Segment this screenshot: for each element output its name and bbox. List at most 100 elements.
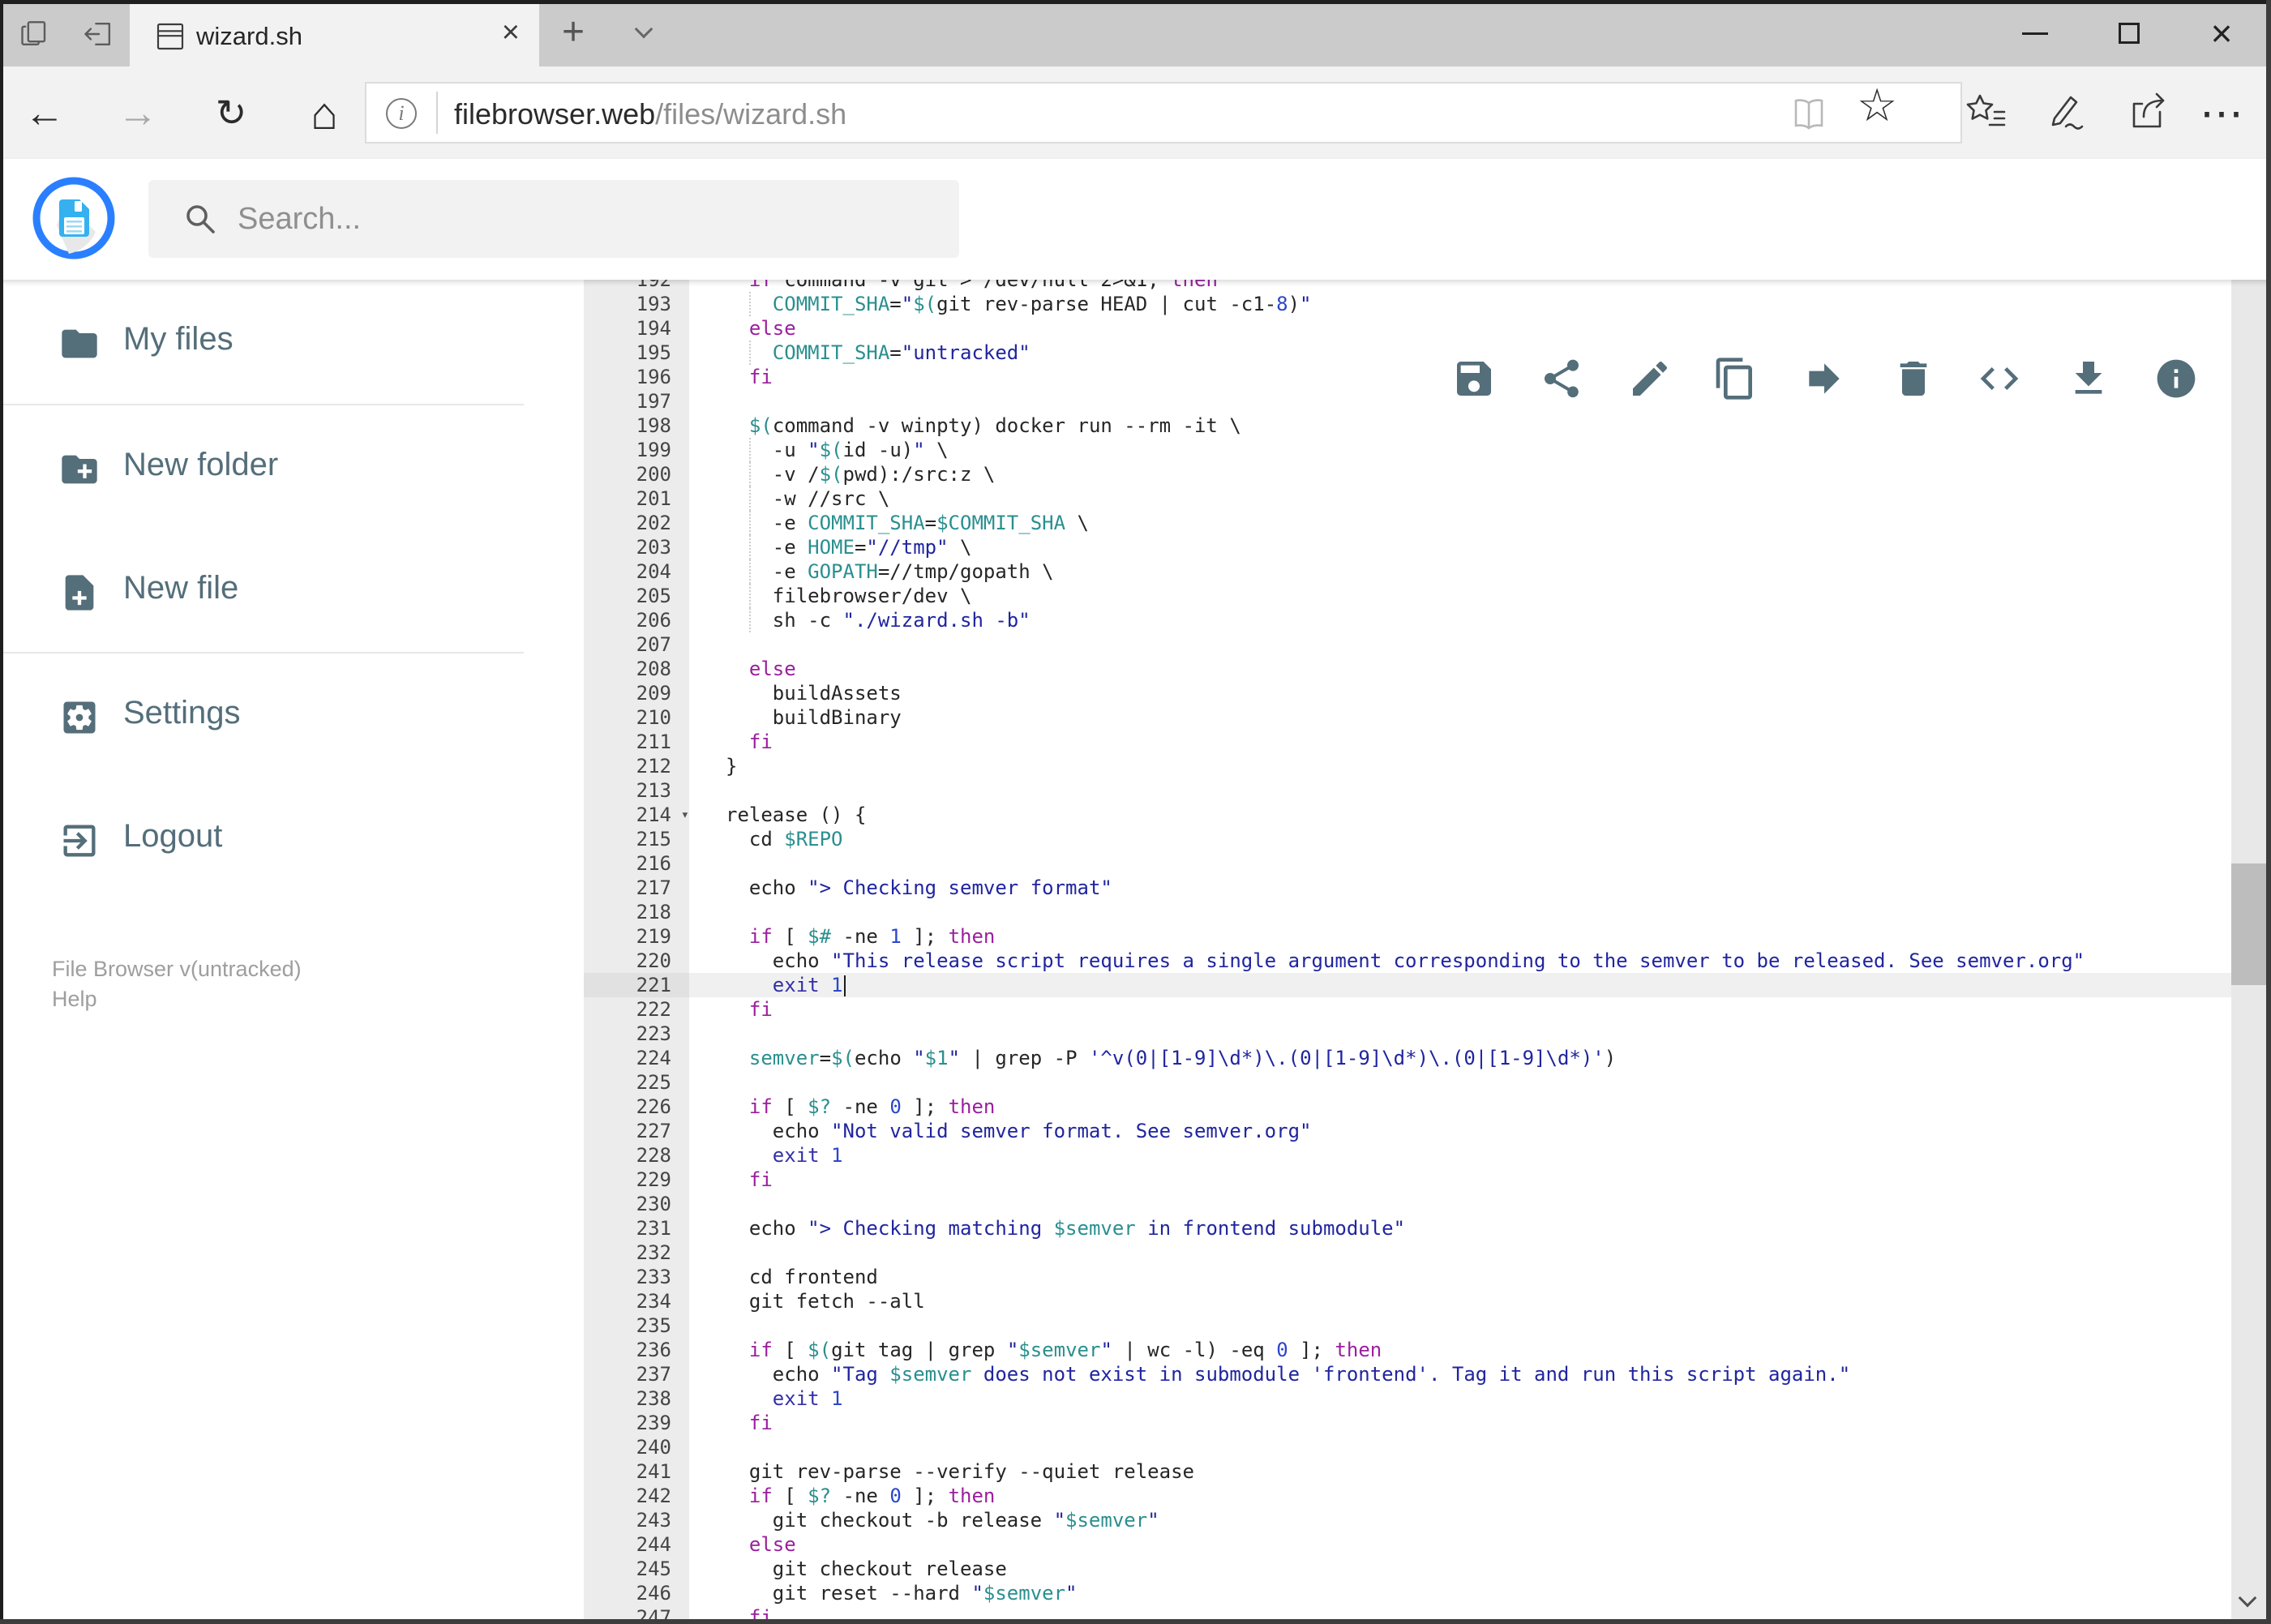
share-button[interactable] xyxy=(1539,356,1584,401)
code-line[interactable]: 226 if [ $? -ne 0 ]; then xyxy=(524,1095,2231,1119)
code-line[interactable]: 212} xyxy=(524,754,2231,778)
code-line[interactable]: 227 echo "Not valid semver format. See s… xyxy=(524,1119,2231,1143)
page-scrollbar[interactable] xyxy=(2231,159,2266,1619)
code-line[interactable]: 232 xyxy=(524,1240,2231,1265)
sidebar-item-my-files[interactable]: My files xyxy=(0,316,524,371)
code-line[interactable]: 222 fi xyxy=(524,997,2231,1022)
code-line[interactable]: 201 -w //src \ xyxy=(524,486,2231,511)
fold-arrow-icon[interactable]: ▾ xyxy=(681,803,689,827)
code-editor[interactable]: 192 if command -v git > /dev/null 2>&1; … xyxy=(524,280,2231,1619)
code-line[interactable]: 221 exit 1 xyxy=(524,973,2231,997)
code-line[interactable]: 231 echo "> Checking matching $semver in… xyxy=(524,1216,2231,1240)
code-line[interactable]: 230 xyxy=(524,1192,2231,1216)
scrollbar-thumb[interactable] xyxy=(2231,863,2266,985)
rename-button[interactable] xyxy=(1627,356,1673,401)
code-line[interactable]: 214 ▾ release () { xyxy=(524,803,2231,827)
hub-favorites-icon[interactable] xyxy=(1965,91,2007,133)
sidebar-item-settings[interactable]: Settings xyxy=(0,690,524,745)
code-line[interactable]: 203 -e HOME="//tmp" \ xyxy=(524,535,2231,559)
info-button[interactable] xyxy=(2153,356,2199,401)
code-line[interactable]: 208 else xyxy=(524,657,2231,681)
url-text[interactable]: filebrowser.web/files/wizard.sh xyxy=(454,97,846,131)
url-box[interactable]: i filebrowser.web/files/wizard.sh ☆ xyxy=(365,79,1962,144)
refresh-button[interactable]: ↻ xyxy=(199,66,264,159)
search-bar[interactable] xyxy=(148,180,959,258)
code-line[interactable]: 240 xyxy=(524,1435,2231,1459)
sidebar-item-logout[interactable]: Logout xyxy=(0,813,524,868)
set-tabs-aside-icon[interactable] xyxy=(81,16,117,52)
code-line[interactable]: 223 xyxy=(524,1022,2231,1046)
code-line[interactable]: 199 -u "$(id -u)" \ xyxy=(524,438,2231,462)
code-line[interactable]: 211 fi xyxy=(524,730,2231,754)
code-line[interactable]: 202 -e COMMIT_SHA=$COMMIT_SHA \ xyxy=(524,511,2231,535)
code-line[interactable]: 198 $(command -v winpty) docker run --rm… xyxy=(524,413,2231,438)
code-line[interactable]: 205 filebrowser/dev \ xyxy=(524,584,2231,608)
code-line[interactable]: 218 xyxy=(524,900,2231,924)
code-line[interactable]: 196 fi xyxy=(524,365,2231,389)
tab-dropdown-icon[interactable] xyxy=(634,19,653,39)
delete-button[interactable] xyxy=(1891,356,1936,401)
minimize-button[interactable] xyxy=(1999,6,2072,60)
code-line[interactable]: 193 COMMIT_SHA="$(git rev-parse HEAD | c… xyxy=(524,292,2231,316)
code-line[interactable]: 194 else xyxy=(524,316,2231,341)
move-button[interactable] xyxy=(1802,356,1847,401)
site-info-icon[interactable]: i xyxy=(386,98,417,129)
code-line[interactable]: 207 xyxy=(524,632,2231,657)
code-line[interactable]: 246 git reset --hard "$semver" xyxy=(524,1581,2231,1605)
editor-mode-button[interactable] xyxy=(1977,356,2022,401)
copy-button[interactable] xyxy=(1712,356,1758,401)
maximize-button[interactable] xyxy=(2093,6,2166,60)
code-line[interactable]: 195 COMMIT_SHA="untracked" xyxy=(524,341,2231,365)
sidebar-item-new-folder[interactable]: New folder xyxy=(0,442,524,497)
code-line[interactable]: 197 xyxy=(524,389,2231,413)
code-line[interactable]: 247 fi xyxy=(524,1605,2231,1619)
code-line[interactable]: 215 cd $REPO xyxy=(524,827,2231,851)
save-button[interactable] xyxy=(1451,356,1497,401)
code-line[interactable]: 204 -e GOPATH=//tmp/gopath \ xyxy=(524,559,2231,584)
forward-button[interactable]: → xyxy=(105,66,170,159)
code-line[interactable]: 220 echo "This release script requires a… xyxy=(524,949,2231,973)
code-line[interactable]: 244 else xyxy=(524,1532,2231,1557)
code-line[interactable]: 224 semver=$(echo "$1" | grep -P '^v(0|[… xyxy=(524,1046,2231,1070)
more-options-icon[interactable]: ⋯ xyxy=(2189,66,2254,159)
code-line[interactable]: 242 if [ $? -ne 0 ]; then xyxy=(524,1484,2231,1508)
code-line[interactable]: 206 sh -c "./wizard.sh -b" xyxy=(524,608,2231,632)
tab-preview-icon[interactable] xyxy=(18,16,54,52)
code-line[interactable]: 219 if [ $# -ne 1 ]; then xyxy=(524,924,2231,949)
new-tab-button[interactable]: + xyxy=(562,10,585,54)
code-line[interactable]: 233 cd frontend xyxy=(524,1265,2231,1289)
code-line[interactable]: 225 xyxy=(524,1070,2231,1095)
code-line[interactable]: 239 fi xyxy=(524,1411,2231,1435)
close-window-button[interactable]: × xyxy=(2185,6,2258,60)
code-line[interactable]: 216 xyxy=(524,851,2231,876)
code-line[interactable]: 229 fi xyxy=(524,1168,2231,1192)
code-line[interactable]: 238 exit 1 xyxy=(524,1386,2231,1411)
code-line[interactable]: 236 if [ $(git tag | grep "$semver" | wc… xyxy=(524,1338,2231,1362)
code-line[interactable]: 213 xyxy=(524,778,2231,803)
reading-view-icon[interactable] xyxy=(1789,95,1828,134)
code-line[interactable]: 235 xyxy=(524,1313,2231,1338)
code-line[interactable]: 237 echo "Tag $semver does not exist in … xyxy=(524,1362,2231,1386)
code-line[interactable]: 243 git checkout -b release "$semver" xyxy=(524,1508,2231,1532)
help-link[interactable]: Help xyxy=(52,987,97,1012)
code-line[interactable]: 210 buildBinary xyxy=(524,705,2231,730)
tab-close-icon[interactable]: × xyxy=(502,15,520,50)
code-line[interactable]: 241 git rev-parse --verify --quiet relea… xyxy=(524,1459,2231,1484)
share-icon[interactable] xyxy=(2127,91,2170,133)
code-line[interactable]: 234 git fetch --all xyxy=(524,1289,2231,1313)
code-line[interactable]: 245 git checkout release xyxy=(524,1557,2231,1581)
code-line[interactable]: 192 if command -v git > /dev/null 2>&1; … xyxy=(524,280,2231,292)
web-note-pen-icon[interactable] xyxy=(2043,91,2085,133)
sidebar-item-new-file[interactable]: New file xyxy=(0,565,524,620)
code-line[interactable]: 200 -v /$(pwd):/src:z \ xyxy=(524,462,2231,486)
search-input[interactable] xyxy=(238,180,927,258)
file-browser-logo[interactable] xyxy=(32,177,115,259)
home-button[interactable]: ⌂ xyxy=(292,66,357,159)
back-button[interactable]: ← xyxy=(12,66,77,159)
code-line[interactable]: 217 echo "> Checking semver format" xyxy=(524,876,2231,900)
scroll-down-icon[interactable] xyxy=(2238,1588,2257,1608)
favorite-star-icon[interactable]: ☆ xyxy=(1857,79,1897,132)
code-line[interactable]: 228 exit 1 xyxy=(524,1143,2231,1168)
code-line[interactable]: 209 buildAssets xyxy=(524,681,2231,705)
browser-tab[interactable]: wizard.sh × xyxy=(130,4,539,66)
